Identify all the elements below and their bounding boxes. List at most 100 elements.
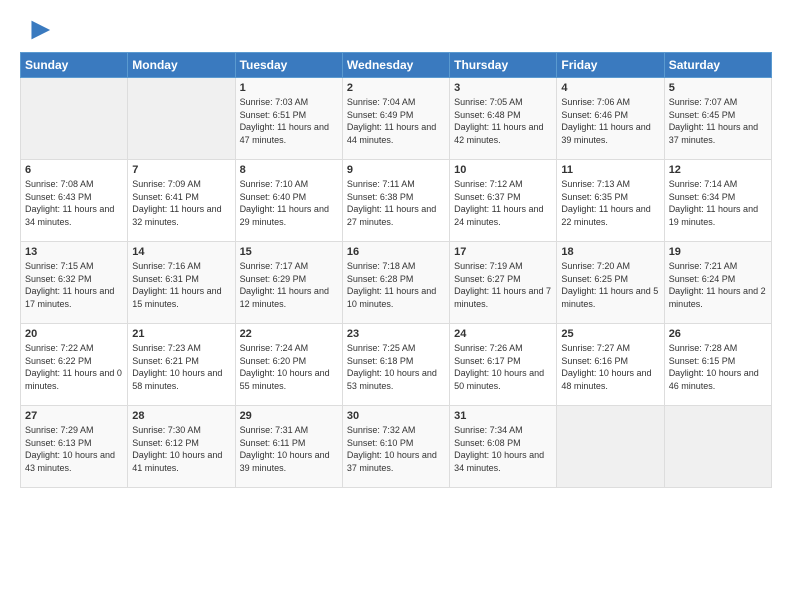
week-row-1: 1 Sunrise: 7:03 AM Sunset: 6:51 PM Dayli… [21, 78, 772, 160]
day-number: 20 [25, 328, 123, 340]
day-info: Sunrise: 7:14 AM Sunset: 6:34 PM Dayligh… [669, 178, 767, 228]
calendar-table: SundayMondayTuesdayWednesdayThursdayFrid… [20, 52, 772, 488]
day-cell: 6 Sunrise: 7:08 AM Sunset: 6:43 PM Dayli… [21, 160, 128, 242]
day-number: 25 [561, 328, 659, 340]
day-cell: 2 Sunrise: 7:04 AM Sunset: 6:49 PM Dayli… [342, 78, 449, 160]
day-cell: 10 Sunrise: 7:12 AM Sunset: 6:37 PM Dayl… [450, 160, 557, 242]
day-number: 2 [347, 82, 445, 94]
day-number: 16 [347, 246, 445, 258]
day-number: 9 [347, 164, 445, 176]
day-info: Sunrise: 7:20 AM Sunset: 6:25 PM Dayligh… [561, 260, 659, 310]
day-info: Sunrise: 7:04 AM Sunset: 6:49 PM Dayligh… [347, 96, 445, 146]
day-cell: 1 Sunrise: 7:03 AM Sunset: 6:51 PM Dayli… [235, 78, 342, 160]
day-cell: 14 Sunrise: 7:16 AM Sunset: 6:31 PM Dayl… [128, 242, 235, 324]
day-number: 17 [454, 246, 552, 258]
day-info: Sunrise: 7:06 AM Sunset: 6:46 PM Dayligh… [561, 96, 659, 146]
day-info: Sunrise: 7:28 AM Sunset: 6:15 PM Dayligh… [669, 342, 767, 392]
day-info: Sunrise: 7:05 AM Sunset: 6:48 PM Dayligh… [454, 96, 552, 146]
header-cell-saturday: Saturday [664, 53, 771, 78]
day-number: 31 [454, 410, 552, 422]
day-number: 26 [669, 328, 767, 340]
day-number: 29 [240, 410, 338, 422]
day-info: Sunrise: 7:22 AM Sunset: 6:22 PM Dayligh… [25, 342, 123, 392]
day-cell: 20 Sunrise: 7:22 AM Sunset: 6:22 PM Dayl… [21, 324, 128, 406]
day-number: 21 [132, 328, 230, 340]
day-info: Sunrise: 7:29 AM Sunset: 6:13 PM Dayligh… [25, 424, 123, 474]
day-info: Sunrise: 7:21 AM Sunset: 6:24 PM Dayligh… [669, 260, 767, 310]
header-cell-sunday: Sunday [21, 53, 128, 78]
day-info: Sunrise: 7:30 AM Sunset: 6:12 PM Dayligh… [132, 424, 230, 474]
day-cell: 7 Sunrise: 7:09 AM Sunset: 6:41 PM Dayli… [128, 160, 235, 242]
day-info: Sunrise: 7:10 AM Sunset: 6:40 PM Dayligh… [240, 178, 338, 228]
calendar-header: SundayMondayTuesdayWednesdayThursdayFrid… [21, 53, 772, 78]
day-cell: 11 Sunrise: 7:13 AM Sunset: 6:35 PM Dayl… [557, 160, 664, 242]
day-cell: 28 Sunrise: 7:30 AM Sunset: 6:12 PM Dayl… [128, 406, 235, 488]
header-row: SundayMondayTuesdayWednesdayThursdayFrid… [21, 53, 772, 78]
day-number: 27 [25, 410, 123, 422]
header-cell-wednesday: Wednesday [342, 53, 449, 78]
day-number: 6 [25, 164, 123, 176]
day-number: 30 [347, 410, 445, 422]
day-number: 12 [669, 164, 767, 176]
day-number: 28 [132, 410, 230, 422]
day-number: 7 [132, 164, 230, 176]
day-cell [664, 406, 771, 488]
day-cell: 13 Sunrise: 7:15 AM Sunset: 6:32 PM Dayl… [21, 242, 128, 324]
day-number: 10 [454, 164, 552, 176]
day-number: 24 [454, 328, 552, 340]
day-number: 11 [561, 164, 659, 176]
day-cell: 31 Sunrise: 7:34 AM Sunset: 6:08 PM Dayl… [450, 406, 557, 488]
day-cell: 4 Sunrise: 7:06 AM Sunset: 6:46 PM Dayli… [557, 78, 664, 160]
day-info: Sunrise: 7:32 AM Sunset: 6:10 PM Dayligh… [347, 424, 445, 474]
day-info: Sunrise: 7:08 AM Sunset: 6:43 PM Dayligh… [25, 178, 123, 228]
day-info: Sunrise: 7:24 AM Sunset: 6:20 PM Dayligh… [240, 342, 338, 392]
day-info: Sunrise: 7:07 AM Sunset: 6:45 PM Dayligh… [669, 96, 767, 146]
day-cell: 21 Sunrise: 7:23 AM Sunset: 6:21 PM Dayl… [128, 324, 235, 406]
week-row-5: 27 Sunrise: 7:29 AM Sunset: 6:13 PM Dayl… [21, 406, 772, 488]
day-cell [557, 406, 664, 488]
day-cell: 22 Sunrise: 7:24 AM Sunset: 6:20 PM Dayl… [235, 324, 342, 406]
header [20, 16, 772, 44]
day-cell: 9 Sunrise: 7:11 AM Sunset: 6:38 PM Dayli… [342, 160, 449, 242]
header-cell-thursday: Thursday [450, 53, 557, 78]
header-cell-tuesday: Tuesday [235, 53, 342, 78]
day-cell: 3 Sunrise: 7:05 AM Sunset: 6:48 PM Dayli… [450, 78, 557, 160]
day-cell: 18 Sunrise: 7:20 AM Sunset: 6:25 PM Dayl… [557, 242, 664, 324]
day-number: 4 [561, 82, 659, 94]
day-info: Sunrise: 7:15 AM Sunset: 6:32 PM Dayligh… [25, 260, 123, 310]
day-info: Sunrise: 7:11 AM Sunset: 6:38 PM Dayligh… [347, 178, 445, 228]
day-number: 3 [454, 82, 552, 94]
day-cell: 5 Sunrise: 7:07 AM Sunset: 6:45 PM Dayli… [664, 78, 771, 160]
calendar-page: SundayMondayTuesdayWednesdayThursdayFrid… [0, 0, 792, 498]
week-row-3: 13 Sunrise: 7:15 AM Sunset: 6:32 PM Dayl… [21, 242, 772, 324]
day-cell: 24 Sunrise: 7:26 AM Sunset: 6:17 PM Dayl… [450, 324, 557, 406]
day-number: 18 [561, 246, 659, 258]
logo-icon [24, 16, 52, 44]
day-cell: 23 Sunrise: 7:25 AM Sunset: 6:18 PM Dayl… [342, 324, 449, 406]
day-info: Sunrise: 7:17 AM Sunset: 6:29 PM Dayligh… [240, 260, 338, 310]
day-info: Sunrise: 7:25 AM Sunset: 6:18 PM Dayligh… [347, 342, 445, 392]
day-number: 8 [240, 164, 338, 176]
header-cell-friday: Friday [557, 53, 664, 78]
day-info: Sunrise: 7:16 AM Sunset: 6:31 PM Dayligh… [132, 260, 230, 310]
day-cell: 30 Sunrise: 7:32 AM Sunset: 6:10 PM Dayl… [342, 406, 449, 488]
day-number: 19 [669, 246, 767, 258]
day-number: 1 [240, 82, 338, 94]
day-cell: 15 Sunrise: 7:17 AM Sunset: 6:29 PM Dayl… [235, 242, 342, 324]
day-cell [21, 78, 128, 160]
day-cell: 19 Sunrise: 7:21 AM Sunset: 6:24 PM Dayl… [664, 242, 771, 324]
day-number: 22 [240, 328, 338, 340]
day-number: 23 [347, 328, 445, 340]
header-cell-monday: Monday [128, 53, 235, 78]
day-number: 15 [240, 246, 338, 258]
day-info: Sunrise: 7:27 AM Sunset: 6:16 PM Dayligh… [561, 342, 659, 392]
day-info: Sunrise: 7:03 AM Sunset: 6:51 PM Dayligh… [240, 96, 338, 146]
day-info: Sunrise: 7:26 AM Sunset: 6:17 PM Dayligh… [454, 342, 552, 392]
day-cell: 29 Sunrise: 7:31 AM Sunset: 6:11 PM Dayl… [235, 406, 342, 488]
day-cell: 8 Sunrise: 7:10 AM Sunset: 6:40 PM Dayli… [235, 160, 342, 242]
week-row-2: 6 Sunrise: 7:08 AM Sunset: 6:43 PM Dayli… [21, 160, 772, 242]
day-cell: 27 Sunrise: 7:29 AM Sunset: 6:13 PM Dayl… [21, 406, 128, 488]
day-number: 13 [25, 246, 123, 258]
day-info: Sunrise: 7:12 AM Sunset: 6:37 PM Dayligh… [454, 178, 552, 228]
day-info: Sunrise: 7:13 AM Sunset: 6:35 PM Dayligh… [561, 178, 659, 228]
